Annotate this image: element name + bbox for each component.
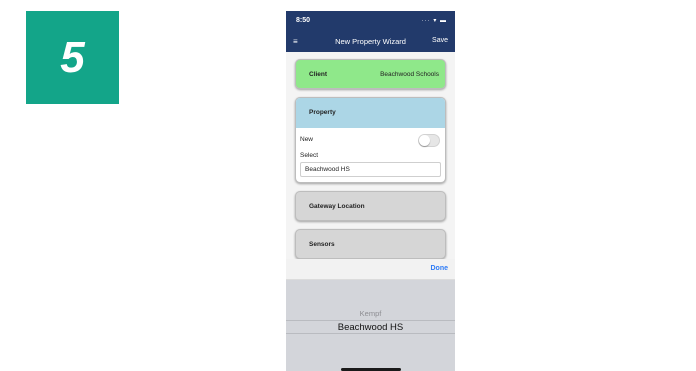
property-header[interactable]: Property	[296, 98, 445, 128]
gateway-location-label: Gateway Location	[309, 203, 365, 210]
status-icons: ··· ▾ ▬	[421, 18, 447, 24]
page-title: New Property Wizard	[335, 37, 406, 46]
client-value: Beachwood Schools	[380, 71, 439, 78]
property-label: Property	[309, 109, 336, 116]
sensors-card[interactable]: Sensors	[295, 229, 446, 259]
new-property-label: New	[300, 136, 314, 143]
property-select-field[interactable]: Beachwood HS	[300, 162, 441, 177]
gateway-location-card[interactable]: Gateway Location	[295, 191, 446, 221]
nav-bar: ≡ New Property Wizard Save	[286, 32, 455, 52]
save-button[interactable]: Save	[432, 37, 448, 44]
status-bar: 8:50 ··· ▾ ▬	[286, 11, 455, 32]
toggle-knob	[419, 135, 430, 146]
phone-screen: 8:50 ··· ▾ ▬ ≡ New Property Wizard Save …	[286, 11, 455, 371]
step-number: 5	[60, 32, 85, 82]
picker-toolbar: Done	[286, 259, 455, 280]
property-card: Property New Select Beachwood HS	[295, 97, 446, 183]
picker-option[interactable]: Kempf	[286, 309, 455, 318]
client-card[interactable]: Client Beachwood Schools	[295, 59, 446, 89]
sensors-label: Sensors	[309, 241, 335, 248]
done-button[interactable]: Done	[431, 265, 449, 272]
property-picker-wheel[interactable]: Kempf Beachwood HS	[286, 280, 455, 371]
step-number-badge: 5	[26, 11, 119, 104]
new-property-toggle[interactable]	[418, 134, 440, 147]
client-label: Client	[309, 71, 328, 78]
status-time: 8:50	[296, 17, 311, 24]
picker-option-selected[interactable]: Beachwood HS	[286, 322, 455, 333]
select-property-label: Select	[300, 152, 319, 159]
